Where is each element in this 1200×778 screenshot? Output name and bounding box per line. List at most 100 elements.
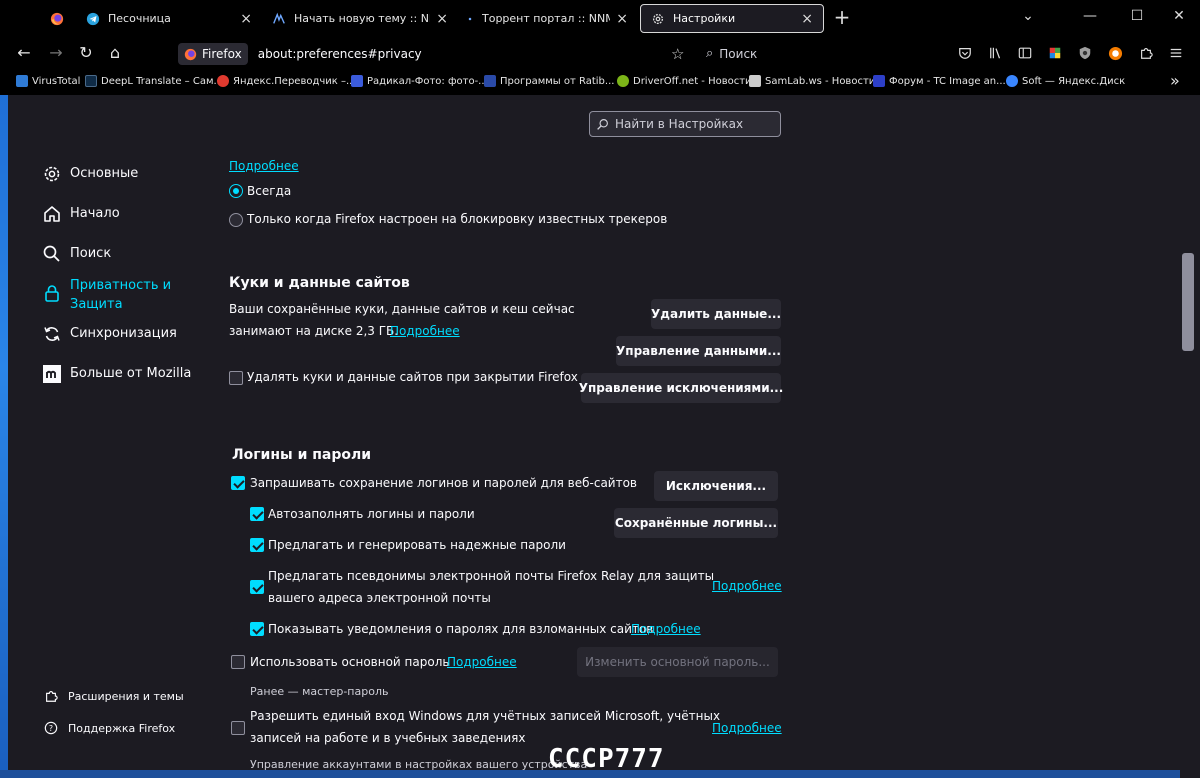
url-text[interactable]: about:preferences#privacy [258,47,422,61]
dnt-only-when-radio[interactable] [229,213,243,227]
bookmarks-overflow-button[interactable]: » [1170,71,1180,90]
primary-password-checkbox[interactable] [231,655,245,669]
suggest-passwords-checkbox[interactable] [250,538,264,552]
relay-learn-more-link[interactable]: Подробнее [712,579,782,593]
autofill-logins-checkbox[interactable] [250,507,264,521]
dnt-always-radio[interactable] [229,184,243,198]
category-label: Синхронизация [70,326,177,341]
desktop-edge [0,95,8,778]
tab-label: Начать новую тему :: NNM-Cl [294,12,430,25]
manage-data-button[interactable]: Управление данными... [616,336,781,366]
pocket-icon[interactable] [957,46,973,62]
relay-checkbox[interactable] [250,580,264,594]
tab-torrent-portal[interactable]: Торрент портал :: NNM-Club × [458,4,638,33]
bookmark-item[interactable]: SamLab.ws - Новости [749,75,875,87]
firefox-menu-tab[interactable] [40,4,70,33]
bookmark-item[interactable]: VirusTotal [16,75,80,87]
scrollbar-thumb[interactable] [1182,253,1194,351]
category-search[interactable]: Поиск [42,244,111,264]
change-primary-password-button[interactable]: Изменить основной пароль... [577,647,778,677]
bookmark-item[interactable]: Форум - TC Image an... [873,75,1006,87]
back-arrow-icon[interactable]: ← [14,43,34,63]
close-tab-icon[interactable]: × [616,11,628,27]
cookies-learn-more-link[interactable]: Подробнее [390,324,460,338]
dot-icon [468,17,472,20]
extensions-puzzle-icon[interactable] [1138,46,1154,62]
maximize-button[interactable]: ☐ [1127,8,1147,24]
tab-label: Торрент портал :: NNM-Club [482,12,611,25]
star-icon[interactable]: ☆ [671,45,684,63]
forward-arrow-icon[interactable]: → [46,43,66,63]
bookmark-item[interactable]: Soft — Яндекс.Диск [1006,75,1125,87]
support-link[interactable]: ? Поддержка Firefox [44,721,175,735]
primary-password-label: Использовать основной пароль [250,655,450,669]
category-privacy[interactable]: Приватность и Защита [42,276,180,314]
category-sync[interactable]: Синхронизация [42,324,177,344]
bookmark-label: DriverOff.net - Новости [633,75,752,87]
telegram-icon [86,12,100,25]
bookmark-item[interactable]: Яндекс.Переводчик –... [217,75,356,87]
scrollbar-track[interactable] [1180,95,1200,778]
url-bar[interactable]: Firefox about:preferences#privacy [178,41,698,67]
clear-data-button[interactable]: Удалить данные... [651,299,781,329]
extension-colorful-icon[interactable] [1047,46,1063,62]
sidebar-icon[interactable] [1017,46,1033,62]
category-home[interactable]: Начало [42,204,120,224]
windows-sso-learn-more-link[interactable]: Подробнее [712,721,782,735]
library-icon[interactable] [988,46,1004,62]
delete-on-close-checkbox[interactable] [229,371,243,385]
cookies-desc-line2: занимают на диске 2,3 ГБ. [229,324,399,338]
extensions-themes-link[interactable]: Расширения и темы [44,689,184,703]
radikal-icon [351,75,363,87]
nav-bar: ← → ↻ ⌂ Firefox about:preferences#privac… [0,37,1200,70]
breach-learn-more-link[interactable]: Подробнее [631,622,701,636]
bookmark-label: DeepL Translate – Сам... [101,75,224,87]
close-tab-icon[interactable]: × [801,11,813,27]
login-exceptions-button[interactable]: Исключения... [654,471,778,501]
ublock-icon[interactable] [1107,46,1123,62]
category-label: Приватность и Защита [70,278,172,312]
dnt-learn-more-link[interactable]: Подробнее [229,159,299,173]
bookmark-label: Программы от Ratib... [500,75,615,87]
minimize-button[interactable]: — [1080,8,1100,24]
manage-exceptions-button[interactable]: Управление исключениями... [579,373,783,403]
bookmark-label: SamLab.ws - Новости [765,75,876,87]
new-tab-button[interactable]: + [832,5,852,29]
close-tab-icon[interactable]: × [436,11,448,27]
tab-new-topic[interactable]: Начать новую тему :: NNM-Cl × [262,4,458,33]
category-more-from-mozilla[interactable]: Больше от Mozilla [42,364,191,384]
reload-icon[interactable]: ↻ [76,43,96,63]
menu-icon[interactable] [1168,46,1184,62]
bookmark-item[interactable]: Программы от Ratib... [484,75,614,87]
identity-label: Firefox [202,47,242,61]
bookmark-item[interactable]: DeepL Translate – Сам... [85,75,223,87]
identity-box[interactable]: Firefox [178,43,248,65]
saved-logins-button[interactable]: Сохранённые логины... [614,508,778,538]
close-tab-icon[interactable]: × [240,11,252,27]
list-tabs-icon[interactable]: ⌄ [1018,8,1038,24]
search-placeholder: Поиск [719,46,758,61]
bookmark-item[interactable]: Радикал-Фото: фото-... [351,75,488,87]
close-window-button[interactable]: ✕ [1169,8,1189,24]
home-icon[interactable]: ⌂ [105,43,125,63]
windows-sso-checkbox[interactable] [231,721,245,735]
relay-label-line1: Предлагать псевдонимы электронной почты … [268,569,715,583]
bookmark-item[interactable]: DriverOff.net - Новости [617,75,752,87]
cookies-heading: Куки и данные сайтов [229,275,410,291]
ask-save-logins-label: Запрашивать сохранение логинов и паролей… [250,476,637,490]
help-icon: ? [44,721,58,735]
category-general[interactable]: Основные [42,164,138,184]
search-icon: ⌕ [706,46,714,61]
tab-sandbox[interactable]: Песочница × [76,4,262,33]
breach-alerts-checkbox[interactable] [250,622,264,636]
tab-settings[interactable]: Настройки × [640,4,824,33]
shield-icon[interactable] [1077,46,1093,62]
primary-password-learn-more-link[interactable]: Подробнее [447,655,517,669]
bookmark-label: VirusTotal [32,75,81,87]
relay-label-line2: вашего адреса электронной почты [268,591,491,605]
settings-search-input[interactable]: Найти в Настройках [589,111,781,137]
search-bar[interactable]: ⌕ Поиск [706,46,757,61]
bookmarks-toolbar: VirusTotal DeepL Translate – Сам... Янде… [0,70,1200,95]
ask-save-logins-checkbox[interactable] [231,476,245,490]
manage-accounts-note: Управление аккаунтами в настройках вашег… [250,758,588,771]
